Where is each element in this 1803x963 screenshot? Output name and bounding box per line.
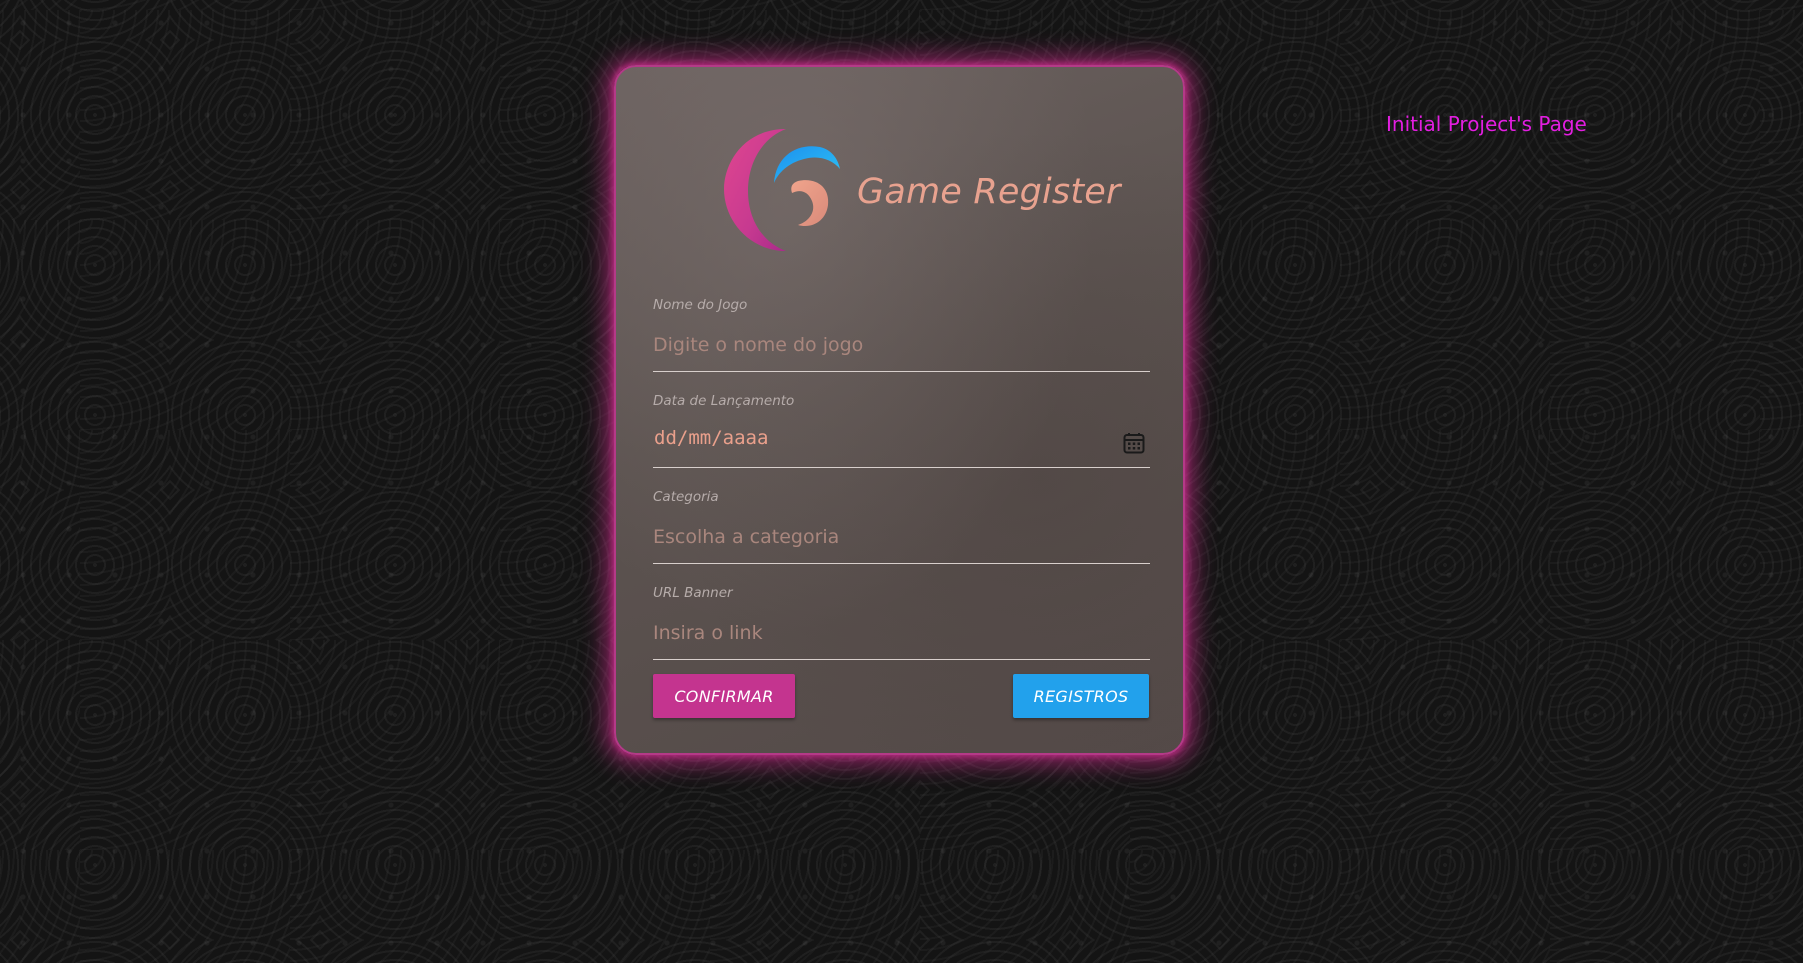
release-date-underline (653, 467, 1150, 468)
category-underline (653, 563, 1150, 564)
game-name-field: Nome do Jogo (653, 297, 1150, 381)
release-date-input[interactable]: dd/mm/aaaa (654, 427, 768, 449)
calendar-icon[interactable] (1122, 431, 1146, 455)
url-banner-field: URL Banner (653, 585, 1150, 669)
release-date-field: Data de Lançamento dd/mm/aaaa (653, 393, 1150, 477)
category-input[interactable] (653, 519, 1150, 555)
initial-project-page-link[interactable]: Initial Project's Page (1386, 112, 1587, 136)
app-title: Game Register (857, 172, 1121, 212)
records-button[interactable]: REGISTROS (1013, 674, 1149, 718)
release-date-label: Data de Lançamento (653, 393, 795, 409)
category-label: Categoria (653, 489, 719, 505)
confirm-button[interactable]: CONFIRMAR (653, 674, 795, 718)
url-banner-underline (653, 659, 1150, 660)
crescent-swirl-logo-icon (724, 129, 840, 251)
brand-header: Game Register (724, 125, 1124, 255)
game-name-label: Nome do Jogo (653, 297, 748, 313)
game-name-input[interactable] (653, 327, 1150, 363)
game-name-underline (653, 371, 1150, 372)
url-banner-input[interactable] (653, 615, 1150, 651)
register-card: Game Register Nome do Jogo Data de Lança… (614, 65, 1185, 755)
url-banner-label: URL Banner (653, 585, 733, 601)
category-field: Categoria (653, 489, 1150, 573)
